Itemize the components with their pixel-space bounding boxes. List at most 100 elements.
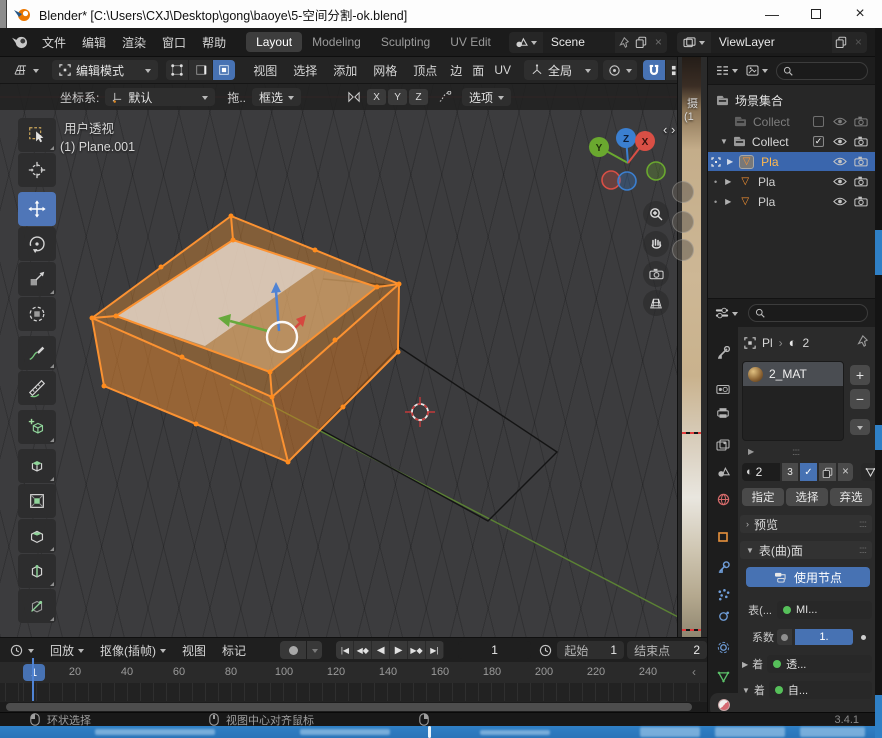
users-count-button[interactable]: 3 [782,463,798,481]
object-row[interactable]: • ▶ ▽ Pla [708,172,876,191]
mirror-x-button[interactable]: X [367,89,386,105]
tab-output[interactable] [708,401,738,425]
exclude-checkbox[interactable] [813,116,824,127]
timeline-scrollbar[interactable] [0,702,707,712]
menu-face[interactable]: 面 [467,62,489,79]
menu-edit[interactable]: 编辑 [74,34,114,51]
properties-editor-type-button[interactable] [715,307,738,319]
menu-playback[interactable]: 回放 [42,642,92,659]
transform-pivot-select[interactable]: 默认 [105,88,215,106]
tool-knife[interactable] [18,589,56,623]
menu-help[interactable]: 帮助 [194,34,234,51]
collection-row-excluded[interactable]: Collect [708,112,876,131]
menu-timeline-view[interactable]: 视图 [174,642,214,659]
viewlayer-name[interactable]: ViewLayer [711,32,832,53]
factor-anim-dot-button[interactable] [777,629,792,645]
tool-rotate[interactable] [18,227,56,261]
mirror-icon[interactable] [347,91,361,103]
ortho-toggle-button[interactable] [643,290,669,316]
tool-tweak-select[interactable] [18,118,56,152]
pin-icon[interactable] [615,32,632,53]
workspace-tab-modeling[interactable]: Modeling [302,32,371,52]
unlink-material-button[interactable]: × [838,463,853,481]
select-button[interactable]: 选择 [786,488,828,506]
scene-collection-row[interactable]: 场景集合 [708,91,876,110]
viewlayer-selector[interactable]: ViewLayer × [677,32,867,53]
menu-mesh[interactable]: 网格 [365,62,405,79]
properties-search-input[interactable] [748,304,868,322]
material-slot-item[interactable]: 2_MAT [743,362,843,386]
camera-view-button[interactable] [643,261,669,287]
menu-view[interactable]: 视图 [245,62,285,79]
slot-grip[interactable]: :::: [792,447,799,458]
prev-keyframe-button[interactable]: ◀◆ [354,641,372,659]
disclosure-icon[interactable]: ▶ [725,197,731,206]
exclude-checkbox-checked[interactable]: ✓ [813,136,824,147]
face-select-icon[interactable] [213,60,235,80]
auto-keying-options[interactable] [307,641,322,659]
frame-start-field[interactable]: 起始1 [557,641,624,659]
shader2-dropdown[interactable]: 自... [769,681,872,699]
use-preview-range-icon[interactable] [539,644,552,657]
viewlayer-type-icon[interactable] [677,32,711,53]
zoom-button[interactable] [643,201,669,227]
disclosure-icon[interactable]: ▼ [720,137,728,146]
tool-measure[interactable] [18,371,56,405]
strip-pan-button[interactable] [672,211,694,233]
remove-slot-button[interactable]: − [850,389,870,409]
falloff-icon[interactable] [438,91,452,103]
current-frame-badge[interactable]: 1 [23,664,45,681]
workspace-tab-uvedit[interactable]: UV Edit [440,32,501,52]
tab-object[interactable] [708,525,738,549]
mode-select[interactable]: 编辑模式 [52,60,158,80]
tool-inset-faces[interactable] [18,484,56,518]
tool-extrude-region[interactable] [18,449,56,483]
timeline-track[interactable] [0,683,707,701]
editor-type-button[interactable] [6,60,46,80]
drag-select-mode[interactable]: 框选 [252,88,301,106]
auto-keying-button[interactable] [280,641,306,659]
new-viewlayer-icon[interactable] [832,32,850,53]
options-dropdown[interactable]: 选项 [462,88,511,106]
outliner-display-mode-button[interactable] [716,65,738,76]
slot-expand-icon[interactable]: ▶ [748,447,754,456]
app-menu-button[interactable] [12,35,28,49]
timeline-ruler[interactable]: 1 20 40 60 80 100 120 140 160 180 200 22… [0,662,707,683]
current-frame-field[interactable]: 1 [458,641,531,659]
tool-scale[interactable] [18,262,56,296]
edge-select-icon[interactable] [189,60,211,80]
menu-add[interactable]: 添加 [325,62,365,79]
outliner-filter-button[interactable] [746,65,768,76]
snap-toggle[interactable] [643,60,665,80]
tab-object-data[interactable] [708,665,738,689]
next-keyframe-button[interactable]: ▶◆ [408,641,426,659]
menu-uv[interactable]: UV [489,63,516,77]
menu-keying[interactable]: 抠像(插帧) [92,642,174,659]
menu-window[interactable]: 窗口 [154,34,194,51]
scene-selector[interactable]: Scene × [509,32,667,53]
remove-viewlayer-icon[interactable]: × [850,32,867,53]
workspace-tab-sculpting[interactable]: Sculpting [371,32,440,52]
tab-world[interactable] [708,487,738,511]
use-nodes-button[interactable]: 使用节点 [746,567,870,587]
camera-viewport-strip[interactable]: 摄 (1 [677,57,707,637]
tab-particles[interactable] [708,582,738,606]
tab-view-layer[interactable] [708,433,738,457]
menu-markers[interactable]: 标记 [214,642,254,659]
unlink-scene-icon[interactable]: × [650,32,667,53]
play-button[interactable]: ▶ [390,641,408,659]
menu-select[interactable]: 选择 [285,62,325,79]
tool-move[interactable] [18,192,56,226]
shader1-dropdown[interactable]: 透... [767,655,872,673]
playhead[interactable] [32,658,34,701]
close-button[interactable]: × [840,5,880,23]
ruler-scroll-arrow[interactable]: ‹ [692,665,696,679]
tool-bevel[interactable] [18,519,56,553]
assign-button[interactable]: 指定 [742,488,784,506]
fake-user-button[interactable]: ✓ [800,463,817,481]
tab-physics[interactable] [708,604,738,628]
tool-loop-cut[interactable] [18,554,56,588]
menu-file[interactable]: 文件 [34,34,74,51]
breadcrumb-object[interactable]: Pl [762,336,773,350]
properties-pin-icon[interactable] [856,335,868,347]
